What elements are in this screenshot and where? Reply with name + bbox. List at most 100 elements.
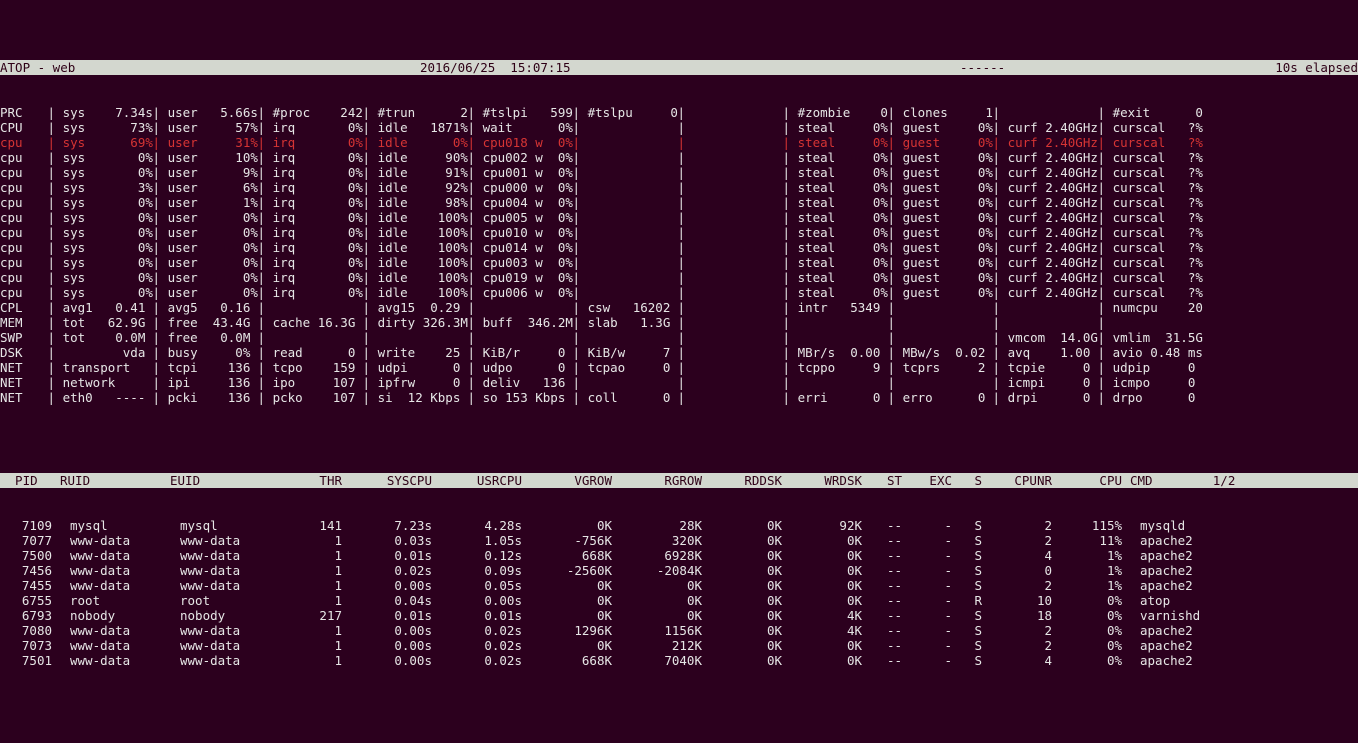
cell-st: --: [870, 533, 910, 548]
cell: [670, 315, 775, 330]
cell-thr: 141: [280, 518, 350, 533]
cell: user 5.66s: [145, 105, 250, 120]
cell: cache 16.3G: [250, 315, 355, 330]
cell: irq 0%: [250, 180, 355, 195]
process-row[interactable]: 6755rootroot10.04s0.00s0K0K0K0K---R100%a…: [0, 593, 1358, 608]
col-vgrow[interactable]: VGROW: [530, 473, 620, 488]
col-s[interactable]: S: [960, 473, 990, 488]
cell-s: S: [960, 623, 990, 638]
cell: tcpo 159: [250, 360, 355, 375]
cell: user 31%: [145, 135, 250, 150]
process-row[interactable]: 7109mysqlmysql1417.23s4.28s0K28K0K92K---…: [0, 518, 1358, 533]
process-row[interactable]: 7456www-datawww-data10.02s0.09s-2560K-20…: [0, 563, 1358, 578]
cell-rddsk: 0K: [710, 533, 790, 548]
cell-cmd: apache2: [1130, 533, 1270, 548]
col-rgrow[interactable]: RGROW: [620, 473, 710, 488]
cell-cpunr: 18: [990, 608, 1060, 623]
cell-vgrow: 668K: [530, 548, 620, 563]
cell-cpu: 1%: [1060, 548, 1130, 563]
cell-syscpu: 0.03s: [350, 533, 440, 548]
cell-euid: www-data: [170, 563, 280, 578]
cell: user 9%: [145, 165, 250, 180]
cell: curscal ?%: [1090, 240, 1195, 255]
col-ruid[interactable]: RUID: [60, 473, 170, 488]
sys-row-dsk: DSK vdabusy 0%read 0write 25KiB/r 0KiB/w…: [0, 345, 1358, 360]
cell: [250, 330, 355, 345]
process-row[interactable]: 7455www-datawww-data10.00s0.05s0K0K0K0K-…: [0, 578, 1358, 593]
cell-thr: 1: [280, 563, 350, 578]
cell: vmlim 31.5G: [1090, 330, 1195, 345]
cell-rddsk: 0K: [710, 563, 790, 578]
cell: steal 0%: [775, 270, 880, 285]
cell-rddsk: 0K: [710, 608, 790, 623]
cell: curscal ?%: [1090, 270, 1195, 285]
cell-cmd: apache2: [1130, 653, 1270, 668]
cell-s: S: [960, 638, 990, 653]
col-st[interactable]: ST: [870, 473, 910, 488]
cell: steal 0%: [775, 240, 880, 255]
process-row[interactable]: 7500www-datawww-data10.01s0.12s668K6928K…: [0, 548, 1358, 563]
cell-ruid: www-data: [60, 638, 170, 653]
cell: [775, 375, 880, 390]
sys-row-cpu: cpusys 0%user 0%irq 0%idle 100%cpu005 w …: [0, 210, 1358, 225]
col-pid[interactable]: PID: [0, 473, 60, 488]
col-euid[interactable]: EUID: [170, 473, 280, 488]
row-label: SWP: [0, 330, 40, 345]
cell-st: --: [870, 608, 910, 623]
cell: curscal ?%: [1090, 255, 1195, 270]
cell-wrdsk: 0K: [790, 578, 870, 593]
cell: curscal ?%: [1090, 180, 1195, 195]
cell-cmd: mysqld: [1130, 518, 1270, 533]
row-label: cpu: [0, 270, 40, 285]
cell-wrdsk: 0K: [790, 653, 870, 668]
cell: network: [40, 375, 145, 390]
cell-euid: www-data: [170, 623, 280, 638]
cell-wrdsk: 4K: [790, 608, 870, 623]
cell: [565, 270, 670, 285]
process-row[interactable]: 6793nobodynobody2170.01s0.01s0K0K0K4K---…: [0, 608, 1358, 623]
cell-usrcpu: 0.02s: [440, 653, 530, 668]
cell: clones 1: [880, 105, 985, 120]
cell-rddsk: 0K: [710, 548, 790, 563]
cell: ipfrw 0: [355, 375, 460, 390]
process-row[interactable]: 7501www-datawww-data10.00s0.02s668K7040K…: [0, 653, 1358, 668]
cell: cpu000 w 0%: [460, 180, 565, 195]
cell: sys 73%: [40, 120, 145, 135]
process-row[interactable]: 7080www-datawww-data10.00s0.02s1296K1156…: [0, 623, 1358, 638]
cell: sys 3%: [40, 180, 145, 195]
cell: curf 2.40GHz: [985, 225, 1090, 240]
cell: [670, 150, 775, 165]
cell: user 0%: [145, 270, 250, 285]
col-cpunr[interactable]: CPUNR: [990, 473, 1060, 488]
cell: vmcom 14.0G: [985, 330, 1090, 345]
cell: steal 0%: [775, 120, 880, 135]
cell: wait 0%: [460, 120, 565, 135]
cell: write 25: [355, 345, 460, 360]
col-usrcpu[interactable]: USRCPU: [440, 473, 530, 488]
process-row[interactable]: 7077www-datawww-data10.03s1.05s-756K320K…: [0, 533, 1358, 548]
col-syscpu[interactable]: SYSCPU: [350, 473, 440, 488]
cell-vgrow: 0K: [530, 608, 620, 623]
col-cpu[interactable]: CPU: [1060, 473, 1130, 488]
cell: irq 0%: [250, 255, 355, 270]
cell-vgrow: 0K: [530, 518, 620, 533]
cell: cpu014 w 0%: [460, 240, 565, 255]
sys-row-cpu: cpusys 0%user 0%irq 0%idle 100%cpu010 w …: [0, 225, 1358, 240]
cell: [880, 330, 985, 345]
cell: curf 2.40GHz: [985, 150, 1090, 165]
col-thr[interactable]: THR: [280, 473, 350, 488]
cell: idle 98%: [355, 195, 460, 210]
cell-usrcpu: 0.01s: [440, 608, 530, 623]
col-wrdsk[interactable]: WRDSK: [790, 473, 870, 488]
cell-vgrow: 0K: [530, 593, 620, 608]
col-exc[interactable]: EXC: [910, 473, 960, 488]
cell-rgrow: 6928K: [620, 548, 710, 563]
col-cmd 1/2[interactable]: CMD 1/2: [1130, 473, 1270, 488]
cell: steal 0%: [775, 255, 880, 270]
process-row[interactable]: 7073www-datawww-data10.00s0.02s0K212K0K0…: [0, 638, 1358, 653]
col-rddsk[interactable]: RDDSK: [710, 473, 790, 488]
row-label: cpu: [0, 225, 40, 240]
cell-euid: mysql: [170, 518, 280, 533]
cell-cpu: 0%: [1060, 623, 1130, 638]
cell-rddsk: 0K: [710, 653, 790, 668]
